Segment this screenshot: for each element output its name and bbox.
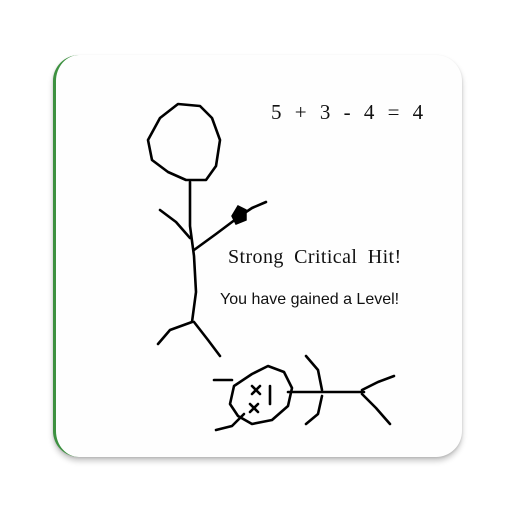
fallen-figure-leg-top <box>360 374 396 392</box>
fallen-figure-arm-top <box>304 354 324 392</box>
level-up-text: You have gained a Level! <box>220 291 400 308</box>
fallen-figure-arm-bottom <box>304 394 324 426</box>
fallen-figure-x-eye-1 <box>250 384 262 396</box>
fallen-figure-chin-stroke <box>214 412 246 432</box>
standing-figure-left-leg <box>156 320 194 346</box>
standing-figure-left-arm <box>158 208 192 240</box>
standing-figure-body <box>188 180 198 324</box>
fallen-figure-leg-bottom <box>360 392 392 426</box>
fallen-figure-x-eye-2 <box>248 402 260 414</box>
impact-mark-icon <box>231 205 247 225</box>
equation-text: 5 + 3 - 4 = 4 <box>271 100 425 124</box>
fallen-figure-head <box>228 364 294 426</box>
critical-hit-text: Strong Critical Hit! <box>228 246 402 268</box>
standing-figure-right-arm <box>192 200 268 252</box>
standing-figure-right-leg <box>192 320 222 358</box>
standing-figure-head <box>146 102 222 182</box>
